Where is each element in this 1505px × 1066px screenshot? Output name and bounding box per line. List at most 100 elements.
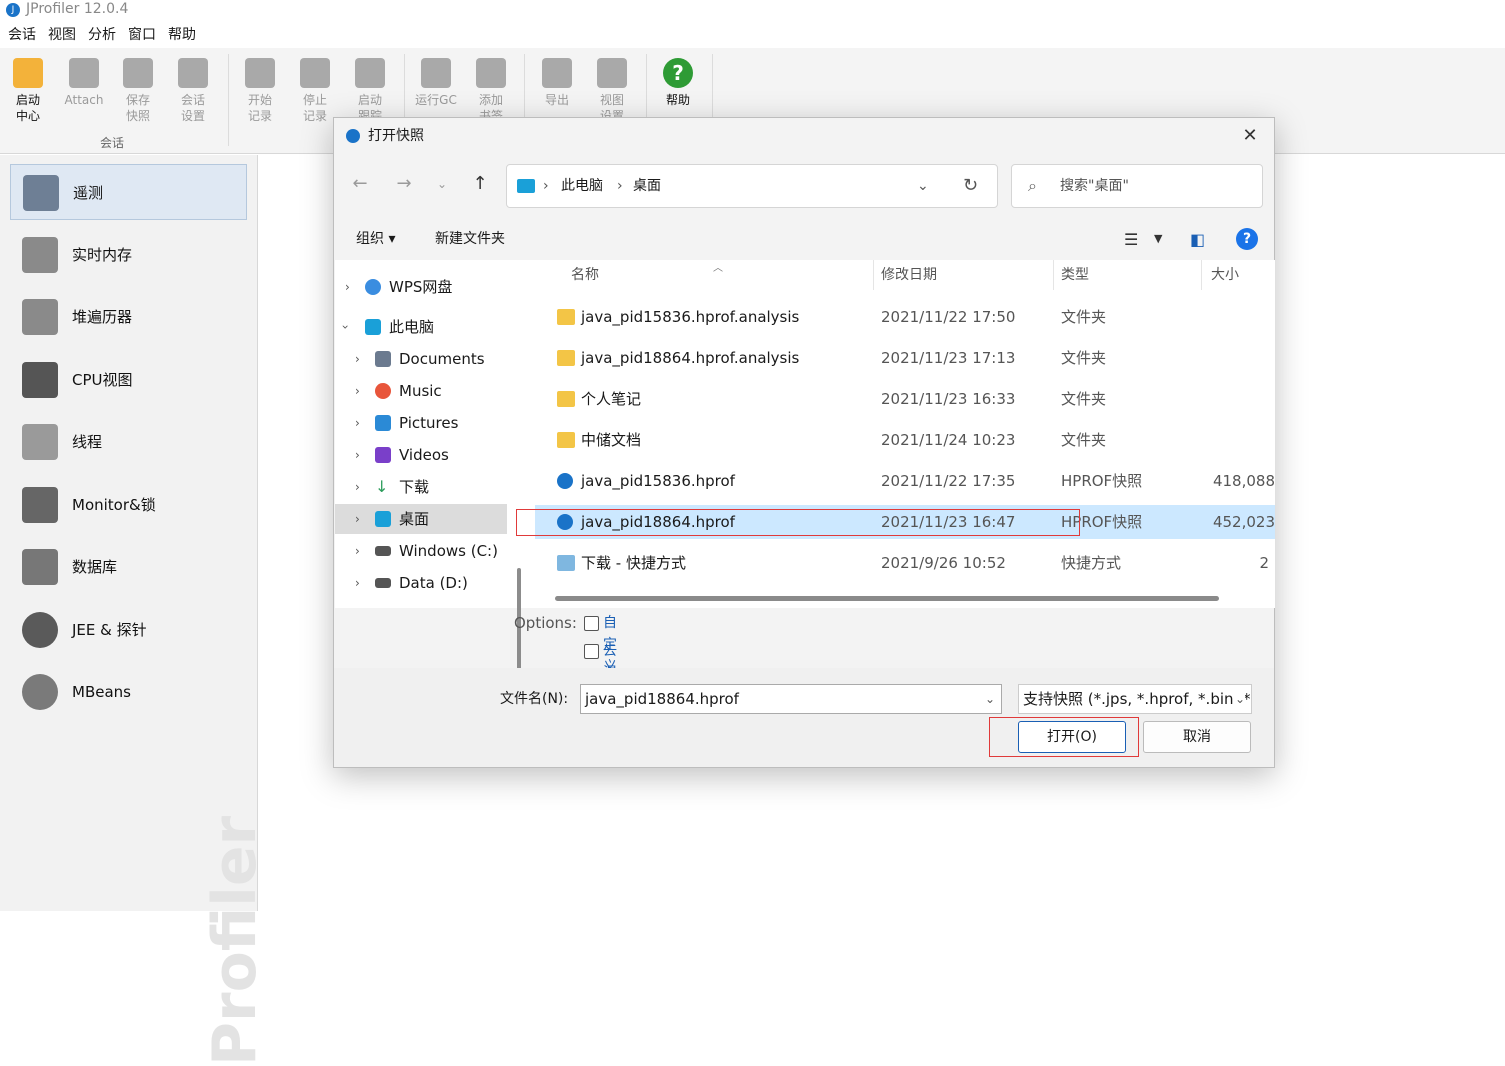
file-row[interactable]: 个人笔记 2021/11/23 16:33 文件夹 bbox=[535, 382, 1275, 416]
toolbar-help-button[interactable]: ? 帮助 bbox=[652, 56, 704, 108]
column-divider[interactable] bbox=[1053, 260, 1054, 290]
tree-item-drive-d[interactable]: › Data (D:) bbox=[335, 568, 507, 598]
organize-button[interactable]: 组织 ▾ bbox=[356, 218, 395, 260]
recent-chevron-down-icon[interactable]: ⌄ bbox=[430, 172, 454, 196]
sidebar-item-cpu-views[interactable]: CPU视图 bbox=[10, 352, 247, 408]
breadcrumb-this-pc[interactable]: 此电脑 bbox=[561, 165, 603, 207]
sidebar-item-jee-probes[interactable]: JEE & 探针 bbox=[10, 602, 247, 658]
file-row[interactable]: java_pid18864.hprof.analysis 2021/11/23 1… bbox=[535, 341, 1275, 375]
filename-input[interactable]: java_pid18864.hprof ⌄ bbox=[580, 684, 1002, 714]
drive-icon bbox=[375, 546, 391, 556]
toolbar-session-settings-button[interactable]: 会话 设置 bbox=[167, 56, 219, 124]
chevron-right-icon[interactable]: › bbox=[355, 440, 360, 470]
view-options-chevron-icon[interactable]: ▼ bbox=[1154, 232, 1162, 245]
chevron-right-icon[interactable]: › bbox=[355, 504, 360, 534]
address-bar[interactable]: › 此电脑 › 桌面 ⌄ ↻ bbox=[506, 164, 998, 208]
toolbar-launcher-button[interactable]: 启动 中心 bbox=[2, 56, 54, 124]
column-divider[interactable] bbox=[873, 260, 874, 290]
file-row[interactable]: 中储文档 2021/11/24 10:23 文件夹 bbox=[535, 423, 1275, 457]
column-header-size[interactable]: 大小 bbox=[1211, 260, 1239, 290]
new-folder-button[interactable]: 新建文件夹 bbox=[435, 218, 505, 260]
up-arrow-icon[interactable]: ↑ bbox=[468, 172, 492, 196]
tree-item-drive-c[interactable]: › Windows (C:) bbox=[335, 536, 507, 566]
menu-window[interactable]: 窗口 bbox=[128, 24, 156, 46]
toolbar-start-recording-button[interactable]: 开始 记录 bbox=[234, 56, 286, 124]
file-row[interactable]: java_pid15836.hprof 2021/11/22 17:35 HPROF… bbox=[535, 464, 1275, 498]
sidebar-item-monitors-locks[interactable]: Monitor&锁 bbox=[10, 477, 247, 533]
help-icon[interactable]: ? bbox=[1236, 228, 1258, 250]
app-title: JProfiler 12.0.4 bbox=[26, 1, 129, 17]
column-header-name[interactable]: 名称 bbox=[571, 260, 599, 290]
menu-view[interactable]: 视图 bbox=[48, 24, 76, 46]
file-type: 文件夹 bbox=[1061, 349, 1107, 367]
sidebar-item-heap-walker[interactable]: 堆遍历器 bbox=[10, 289, 247, 345]
open-snapshot-dialog: 打开快照 ✕ ← → ⌄ ↑ › 此电脑 › 桌面 ⌄ ↻ ⌕ 搜索"桌面" 组… bbox=[333, 117, 1275, 768]
sidebar-item-threads[interactable]: 线程 bbox=[10, 414, 247, 470]
chevron-right-icon[interactable]: › bbox=[355, 344, 360, 374]
tree-item-label: Pictures bbox=[399, 414, 459, 432]
file-row[interactable]: 下载 - 快捷方式 2021/9/26 10:52 快捷方式 2 bbox=[535, 546, 1275, 580]
breadcrumb-desktop[interactable]: 桌面 bbox=[633, 165, 661, 207]
tree-item-downloads[interactable]: › ↓ 下载 bbox=[335, 472, 507, 502]
menu-help[interactable]: 帮助 bbox=[168, 24, 196, 46]
chevron-right-icon[interactable]: › bbox=[355, 568, 360, 598]
toolbar-label: 开始 记录 bbox=[247, 93, 272, 123]
view-list-icon[interactable]: ☰ bbox=[1124, 230, 1138, 249]
menu-analyze[interactable]: 分析 bbox=[88, 24, 116, 46]
chevron-down-icon[interactable]: ⌄ bbox=[1232, 685, 1245, 713]
chevron-down-icon[interactable]: ⌄ bbox=[985, 685, 995, 713]
chevron-right-icon[interactable]: › bbox=[355, 536, 360, 566]
column-header-type[interactable]: 类型 bbox=[1061, 260, 1089, 290]
toolbar-attach-button[interactable]: Attach bbox=[58, 56, 110, 108]
pictures-icon bbox=[375, 415, 391, 431]
export-icon bbox=[542, 58, 572, 88]
toolbar-stop-recording-button[interactable]: 停止 记录 bbox=[289, 56, 341, 124]
toolbar-separator bbox=[228, 54, 229, 146]
preview-pane-icon[interactable]: ◧ bbox=[1190, 230, 1205, 249]
tree-item-videos[interactable]: › Videos bbox=[335, 440, 507, 470]
column-divider[interactable] bbox=[1201, 260, 1202, 290]
chevron-down-icon[interactable]: ⌄ bbox=[917, 165, 929, 207]
toolbar-run-gc-button[interactable]: 运行GC bbox=[410, 56, 462, 108]
sidebar-item-telemetry[interactable]: 遥测 bbox=[10, 164, 247, 220]
chevron-right-icon[interactable]: › bbox=[355, 408, 360, 438]
tree-item-documents[interactable]: › Documents bbox=[335, 344, 507, 374]
cancel-button[interactable]: 取消 bbox=[1143, 721, 1251, 753]
sidebar-item-databases[interactable]: 数据库 bbox=[10, 539, 247, 595]
chevron-right-icon[interactable]: › bbox=[355, 472, 360, 502]
chevron-down-icon[interactable]: › bbox=[330, 325, 360, 330]
forward-arrow-icon[interactable]: → bbox=[392, 172, 416, 196]
file-row[interactable]: java_pid15836.hprof.analysis 2021/11/22 1… bbox=[535, 300, 1275, 334]
file-list-scrollbar[interactable] bbox=[555, 596, 1219, 601]
tree-item-this-pc[interactable]: › 此电脑 bbox=[335, 312, 507, 342]
app-title-bar: J JProfiler 12.0.4 bbox=[0, 0, 1505, 22]
tree-item-pictures[interactable]: › Pictures bbox=[335, 408, 507, 438]
toolbar-save-snapshot-button[interactable]: 保存 快照 bbox=[112, 56, 164, 124]
menu-session[interactable]: 会话 bbox=[8, 24, 36, 46]
dialog-title: 打开快照 bbox=[368, 128, 424, 144]
search-input[interactable]: 搜索"桌面" bbox=[1060, 165, 1129, 207]
toolbar-add-bookmark-button[interactable]: 添加 书签 bbox=[465, 56, 517, 124]
toolbar-export-button[interactable]: 导出 bbox=[531, 56, 583, 108]
toolbar-view-settings-button[interactable]: 视图 设置 bbox=[586, 56, 638, 124]
view-settings-icon bbox=[597, 58, 627, 88]
refresh-icon[interactable]: ↻ bbox=[963, 165, 978, 207]
tree-item-desktop[interactable]: › 桌面 bbox=[335, 504, 507, 534]
toolbar-start-tracking-button[interactable]: 启动 跟踪 bbox=[344, 56, 396, 124]
custom-analysis-checkbox[interactable] bbox=[584, 616, 599, 631]
column-header-date[interactable]: 修改日期 bbox=[881, 260, 937, 290]
close-icon[interactable]: ✕ bbox=[1236, 122, 1264, 150]
sidebar-item-live-memory[interactable]: 实时内存 bbox=[10, 227, 247, 283]
deobfuscate-checkbox[interactable] bbox=[584, 644, 599, 659]
chevron-right-icon[interactable]: › bbox=[355, 376, 360, 406]
sidebar-item-mbeans[interactable]: MBeans bbox=[10, 664, 247, 720]
chevron-right-icon[interactable]: › bbox=[345, 272, 350, 302]
file-type-filter[interactable]: 支持快照 (*.jps, *.hprof, *.bin, *.gz)⌄ bbox=[1018, 684, 1252, 714]
music-icon bbox=[375, 383, 391, 399]
tree-item-music[interactable]: › Music bbox=[335, 376, 507, 406]
search-box[interactable]: ⌕ 搜索"桌面" bbox=[1011, 164, 1263, 208]
toolbar-label: 帮助 bbox=[665, 93, 690, 107]
file-name: 中储文档 bbox=[581, 431, 642, 449]
back-arrow-icon[interactable]: ← bbox=[348, 172, 372, 196]
tree-item-wps[interactable]: › WPS网盘 bbox=[335, 272, 507, 302]
